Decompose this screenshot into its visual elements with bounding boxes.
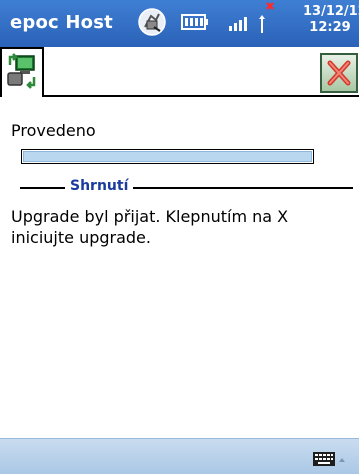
- battery-icon[interactable]: [181, 12, 209, 36]
- section-divider-right: [133, 187, 353, 189]
- status-label: Provedeno: [11, 121, 96, 140]
- no-phone-icon[interactable]: [253, 1, 277, 41]
- progress-bar: [21, 149, 314, 164]
- section-divider-left: [20, 187, 65, 189]
- close-button[interactable]: [320, 53, 358, 93]
- close-x-icon: [327, 60, 351, 86]
- toolbar: [0, 47, 359, 99]
- clock[interactable]: 13/12/12 12:29: [303, 4, 359, 36]
- section-title: Shrnutí: [70, 178, 129, 194]
- summary-message: Upgrade byl přijat. Klepnutím na X inici…: [11, 207, 289, 247]
- keyboard-button[interactable]: [312, 450, 348, 474]
- keyboard-icon: [313, 452, 345, 466]
- sync-computer-icon: [7, 53, 36, 89]
- clock-time: 12:29: [309, 20, 351, 35]
- app-title: epoc Host: [10, 12, 113, 33]
- toolbar-separator: [44, 95, 359, 97]
- signal-icon[interactable]: [228, 12, 250, 36]
- summary-section: Shrnutí: [11, 178, 353, 198]
- connectivity-icon[interactable]: [137, 7, 167, 41]
- title-bar: epoc Host 13/12/1 12:29: [0, 0, 359, 47]
- clock-date: 13/12/12: [303, 4, 359, 19]
- bottom-bar: [0, 438, 359, 474]
- sync-tab[interactable]: [0, 47, 44, 97]
- progress-fill: [23, 151, 312, 162]
